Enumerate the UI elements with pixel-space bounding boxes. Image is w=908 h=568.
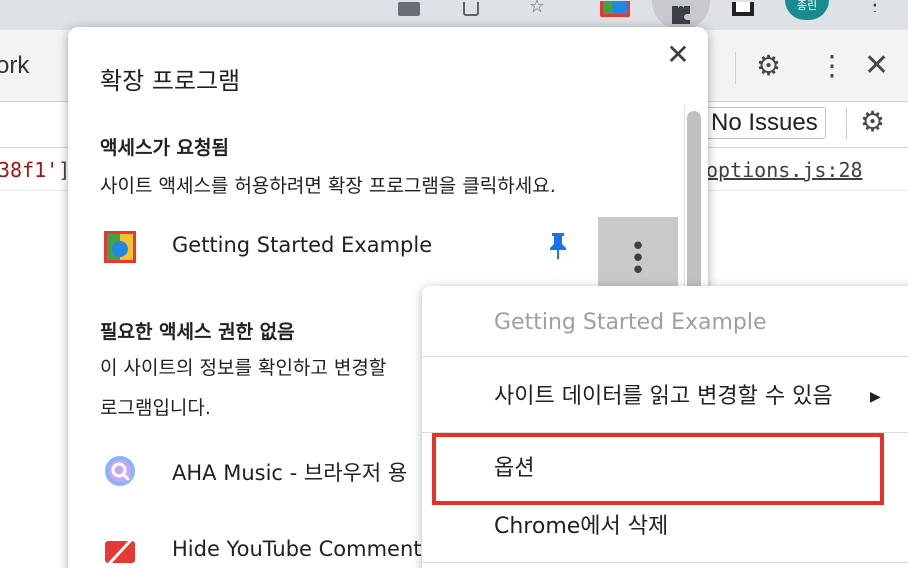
profile-avatar[interactable]: 종린 [782, 0, 832, 20]
more-vert-icon: • • • [630, 232, 646, 286]
extension-context-menu: Getting Started Example 사이트 데이터를 읽고 변경할 … [422, 286, 908, 568]
submenu-arrow-icon: ▶ [870, 389, 881, 405]
close-icon[interactable]: ✕ [662, 39, 694, 71]
getting-started-extension-icon[interactable] [600, 0, 630, 18]
section-access-requested-description: 사이트 액세스를 허용하려면 확장 프로그램을 클릭하세요. [100, 175, 556, 197]
window-icon[interactable] [728, 0, 758, 18]
section-access-requested-heading: 액세스가 요청됨 [100, 137, 229, 159]
bookmark-star-icon[interactable]: ☆ [522, 0, 552, 14]
devtools-more-icon[interactable]: ⋮ [818, 50, 846, 82]
extension-row-getting-started[interactable]: Getting Started Example • • • [68, 217, 708, 297]
console-source-link[interactable]: options.js:28 [706, 158, 863, 182]
devtools-separator [735, 52, 736, 84]
section-no-access-description-line2: 로그램입니다. [100, 397, 211, 419]
section-no-access-description-line1: 이 사이트의 정보를 확인하고 변경할 [100, 357, 387, 379]
hide-youtube-comments-icon [104, 535, 136, 567]
console-message-fragment: 38f1'] [0, 158, 70, 182]
browser-toolbar: ☆ 종린 ⋮ [0, 0, 908, 30]
console-settings-gear-icon[interactable]: ⚙ [860, 106, 885, 138]
popup-title: 확장 프로그램 [100, 67, 241, 95]
options-highlight-box [432, 433, 884, 505]
menu-item-site-data-access[interactable]: 사이트 데이터를 읽고 변경할 수 있음 [422, 372, 908, 422]
browser-menu-icon[interactable]: ⋮ [860, 0, 890, 12]
extension-name: Getting Started Example [172, 233, 433, 257]
extension-name: Hide YouTube Comments [172, 537, 433, 561]
devtools-separator [846, 107, 847, 139]
extension-more-actions-button[interactable]: • • • [598, 217, 678, 297]
context-menu-header: Getting Started Example [494, 310, 767, 335]
console-string-value: 38f1' [0, 158, 59, 182]
translate-icon[interactable] [394, 0, 424, 18]
devtools-settings-gear-icon[interactable]: ⚙ [756, 50, 781, 82]
issues-button[interactable]: No Issues [706, 107, 826, 139]
extensions-puzzle-icon[interactable] [652, 0, 710, 30]
pin-icon[interactable] [546, 229, 570, 261]
profile-avatar-label: 종린 [785, 0, 829, 20]
share-icon[interactable] [456, 0, 486, 18]
section-no-access-heading: 필요한 액세스 권한 없음 [100, 321, 295, 343]
context-menu-divider [422, 562, 908, 563]
menu-item-remove-from-chrome[interactable]: Chrome에서 삭제 [422, 502, 908, 552]
puzzle-icon [672, 6, 690, 24]
devtools-console-toolbar-left [0, 103, 72, 148]
aha-music-icon [104, 455, 136, 487]
extension-name: AHA Music - 브라우저 용 [172, 461, 408, 485]
devtools-tab-network[interactable]: ork [0, 52, 29, 80]
devtools-close-icon[interactable]: ✕ [864, 50, 889, 82]
getting-started-extension-icon [104, 231, 136, 263]
context-menu-divider [422, 356, 908, 357]
